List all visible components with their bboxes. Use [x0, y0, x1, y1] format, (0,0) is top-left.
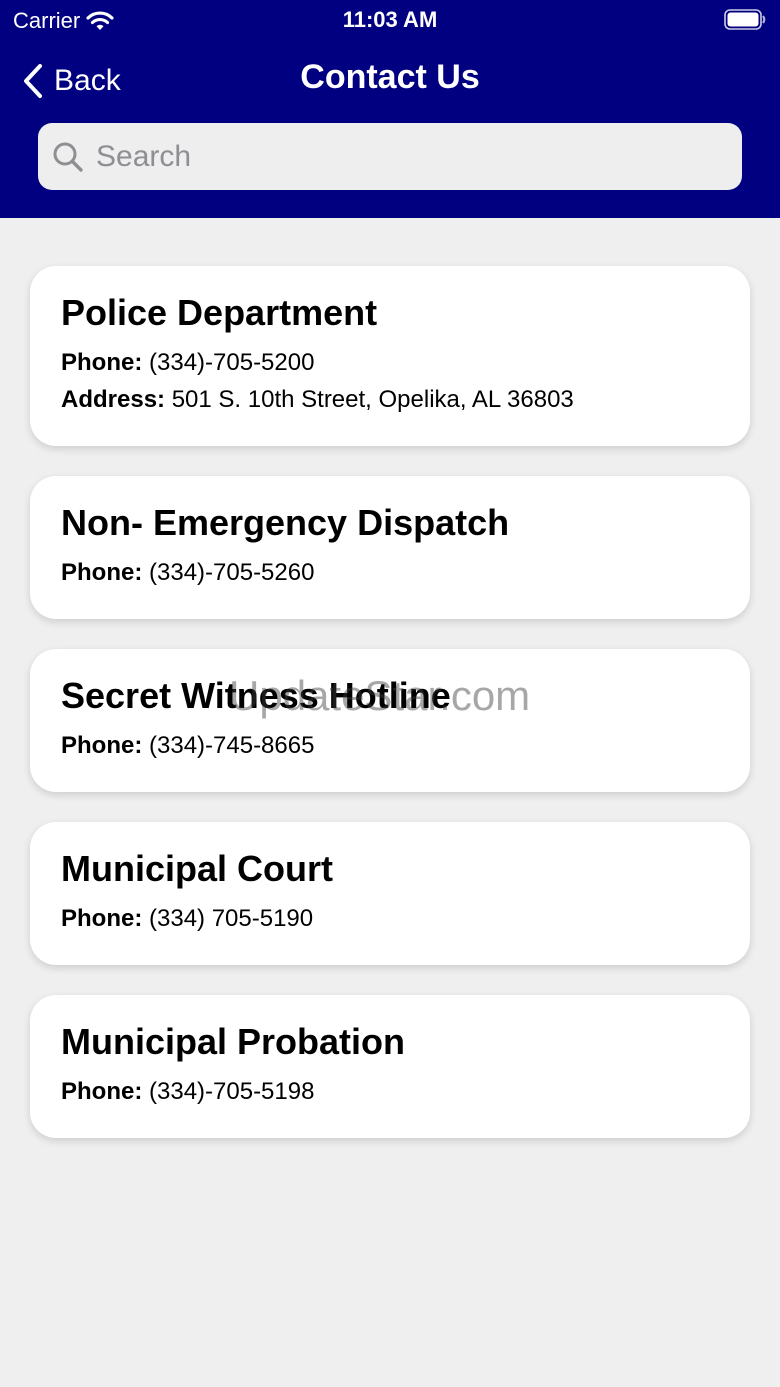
contact-name: Non- Emergency Dispatch — [61, 502, 510, 543]
search-icon — [52, 141, 84, 173]
contact-phone-row[interactable]: Phone: (334) 705-5190 — [61, 900, 720, 937]
contact-name: Municipal Probation — [61, 1021, 406, 1062]
phone-number[interactable]: (334)-705-5200 — [149, 349, 314, 376]
contact-phone-row[interactable]: Phone: (334)-705-5260 — [61, 554, 720, 591]
phone-number[interactable]: (334) 705-5190 — [149, 905, 313, 932]
phone-number[interactable]: (334)-705-5260 — [149, 559, 314, 586]
search-bar[interactable] — [38, 123, 742, 190]
contact-name: Secret Witness Hotline — [61, 675, 451, 716]
phone-label: Phone: — [61, 905, 143, 932]
address-label: Address: — [61, 386, 166, 413]
contact-list: Police Department Phone: (334)-705-5200 … — [30, 266, 750, 1168]
phone-label: Phone: — [61, 732, 143, 759]
contact-name: Municipal Court — [61, 848, 333, 889]
contact-name: Police Department — [61, 292, 378, 333]
contact-address-row[interactable]: Address: 501 S. 10th Street, Opelika, AL… — [61, 381, 720, 418]
phone-label: Phone: — [61, 1078, 143, 1105]
contact-card-police-department[interactable]: Police Department Phone: (334)-705-5200 … — [30, 266, 750, 446]
search-input[interactable] — [96, 139, 716, 174]
contact-card-secret-witness-hotline[interactable]: Secret Witness Hotline Phone: (334)-745-… — [30, 649, 750, 792]
contact-phone-row[interactable]: Phone: (334)-745-8665 — [61, 727, 720, 764]
contact-phone-row[interactable]: Phone: (334)-705-5200 — [61, 344, 720, 381]
phone-label: Phone: — [61, 559, 143, 586]
contact-phone-row[interactable]: Phone: (334)-705-5198 — [61, 1073, 720, 1110]
address-value[interactable]: 501 S. 10th Street, Opelika, AL 36803 — [172, 386, 574, 413]
header: Carrier 11:03 AM Back Contact Us Search — [0, 0, 780, 218]
status-time: 11:03 AM — [342, 7, 438, 32]
contact-card-non-emergency-dispatch[interactable]: Non- Emergency Dispatch Phone: (334)-705… — [30, 476, 750, 619]
phone-label: Phone: — [61, 349, 143, 376]
phone-number[interactable]: (334)-705-5198 — [149, 1078, 314, 1105]
status-bar: Carrier 11:03 AM — [0, 0, 780, 40]
navigation-bar: Back Contact Us — [0, 52, 780, 108]
contact-card-municipal-court[interactable]: Municipal Court Phone: (334) 705-5190 — [30, 822, 750, 965]
phone-number[interactable]: (334)-745-8665 — [149, 732, 314, 759]
page-title: Contact Us — [300, 58, 480, 96]
contact-card-municipal-probation[interactable]: Municipal Probation Phone: (334)-705-519… — [30, 995, 750, 1138]
battery-icon — [724, 9, 766, 30]
